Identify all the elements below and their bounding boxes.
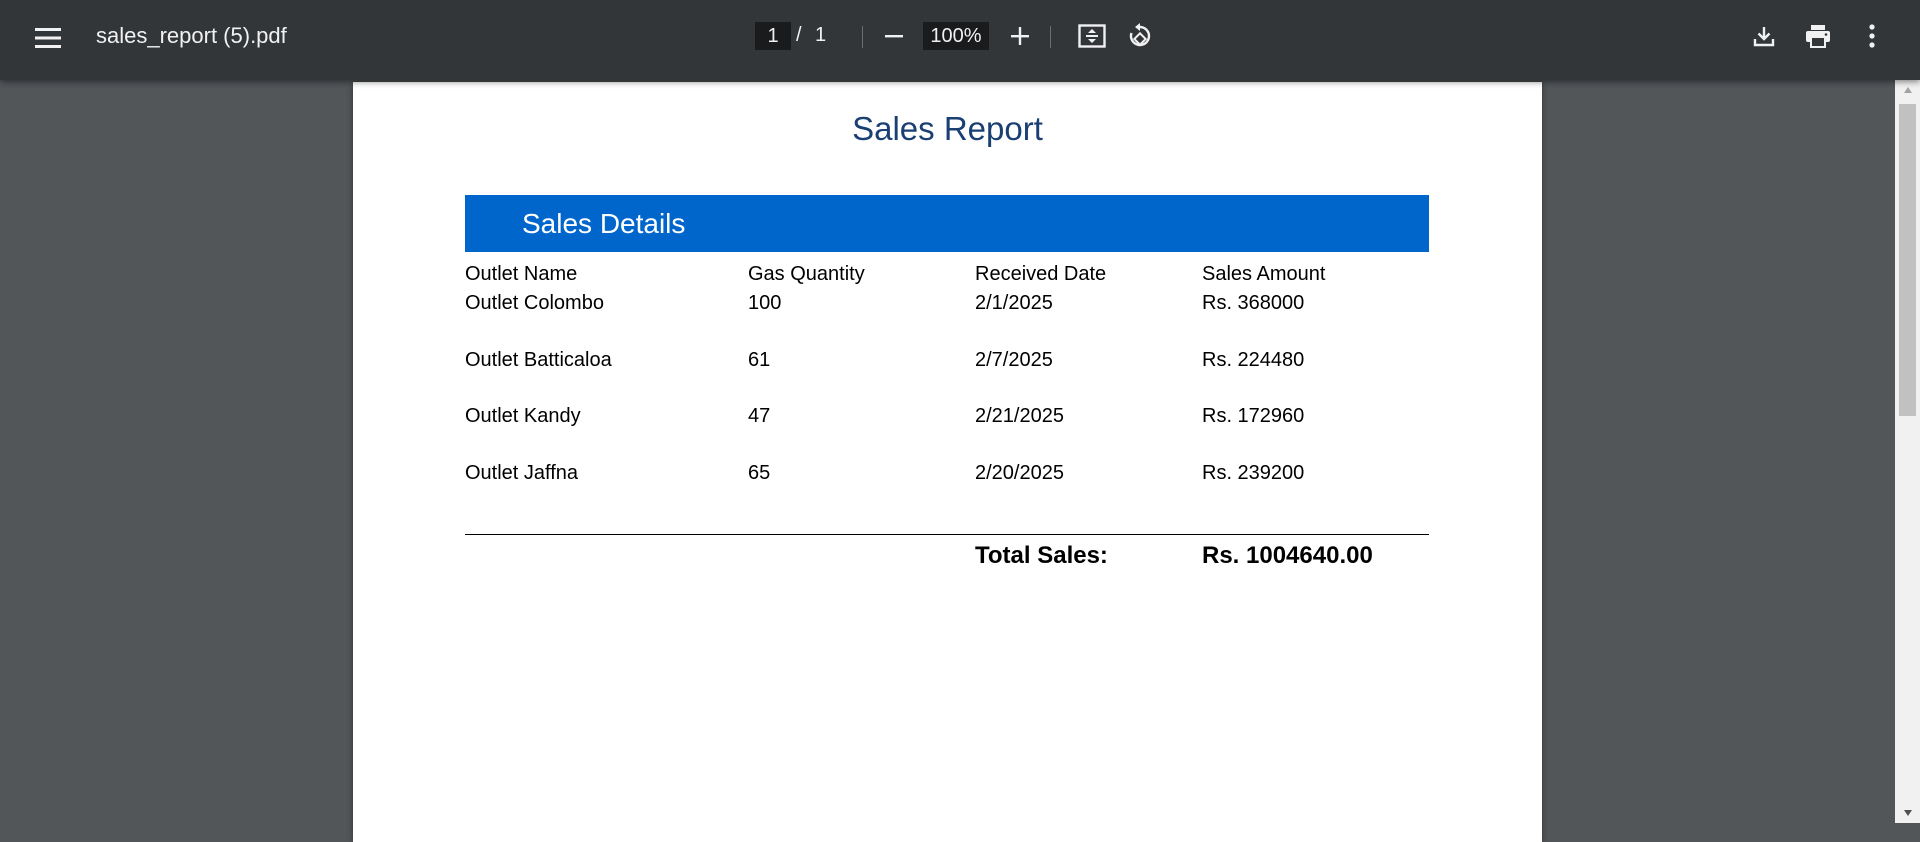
table-cell: 100 [748,292,782,314]
vertical-scrollbar[interactable] [1895,80,1920,823]
section-header: Sales Details [465,195,1429,252]
scroll-thumb[interactable] [1899,104,1916,416]
file-title: sales_report (5).pdf [96,23,287,48]
table-cell: 47 [748,405,771,427]
table-cell: Rs. 172960 [1202,405,1305,427]
table-cell: Outlet Colombo [465,292,604,314]
total-label: Total Sales: [975,542,1108,569]
page-total: 1 [815,24,827,46]
print-icon[interactable] [1798,16,1838,56]
toolbar-divider [862,26,863,48]
zoom-input[interactable] [923,22,989,50]
pdf-toolbar: sales_report (5).pdf / 1 [0,0,1920,80]
table-cell: Outlet Batticaloa [465,349,612,371]
table-cell: 2/21/2025 [975,405,1064,427]
table-cell: Outlet Kandy [465,405,581,427]
table-cell: Rs. 224480 [1202,349,1305,371]
table-cell: 2/20/2025 [975,462,1064,484]
column-header: Received Date [975,263,1107,285]
menu-icon[interactable] [28,18,68,58]
page-number-input[interactable] [755,22,791,50]
table-cell: Rs. 239200 [1202,462,1305,484]
fit-to-page-icon[interactable] [1072,16,1112,56]
pdf-page: Sales Report Sales Details Outlet Name G… [353,82,1542,842]
scroll-up-arrow-icon[interactable] [1895,80,1920,100]
toolbar-divider [1050,26,1051,48]
table-cell: 61 [748,349,771,371]
rotate-icon[interactable] [1120,16,1160,56]
column-header: Gas Quantity [748,263,865,285]
scroll-down-arrow-icon[interactable] [1895,803,1920,823]
table-cell: Rs. 368000 [1202,292,1305,314]
minus-icon[interactable] [874,16,914,56]
table-cell: 2/7/2025 [975,349,1053,371]
table-cell: Outlet Jaffna [465,462,579,484]
column-header: Sales Amount [1202,263,1326,285]
column-header: Outlet Name [465,263,578,285]
download-icon[interactable] [1744,16,1784,56]
page-separator: / [796,24,802,46]
table-cell: 65 [748,462,771,484]
total-divider [465,534,1429,535]
table-cell: 2/1/2025 [975,292,1053,314]
report-title: Sales Report [852,110,1043,147]
plus-icon[interactable] [1000,16,1040,56]
total-value: Rs. 1004640.00 [1202,542,1373,569]
pdf-viewer-area[interactable]: Sales Report Sales Details Outlet Name G… [0,80,1920,842]
more-vertical-icon[interactable] [1852,16,1892,56]
